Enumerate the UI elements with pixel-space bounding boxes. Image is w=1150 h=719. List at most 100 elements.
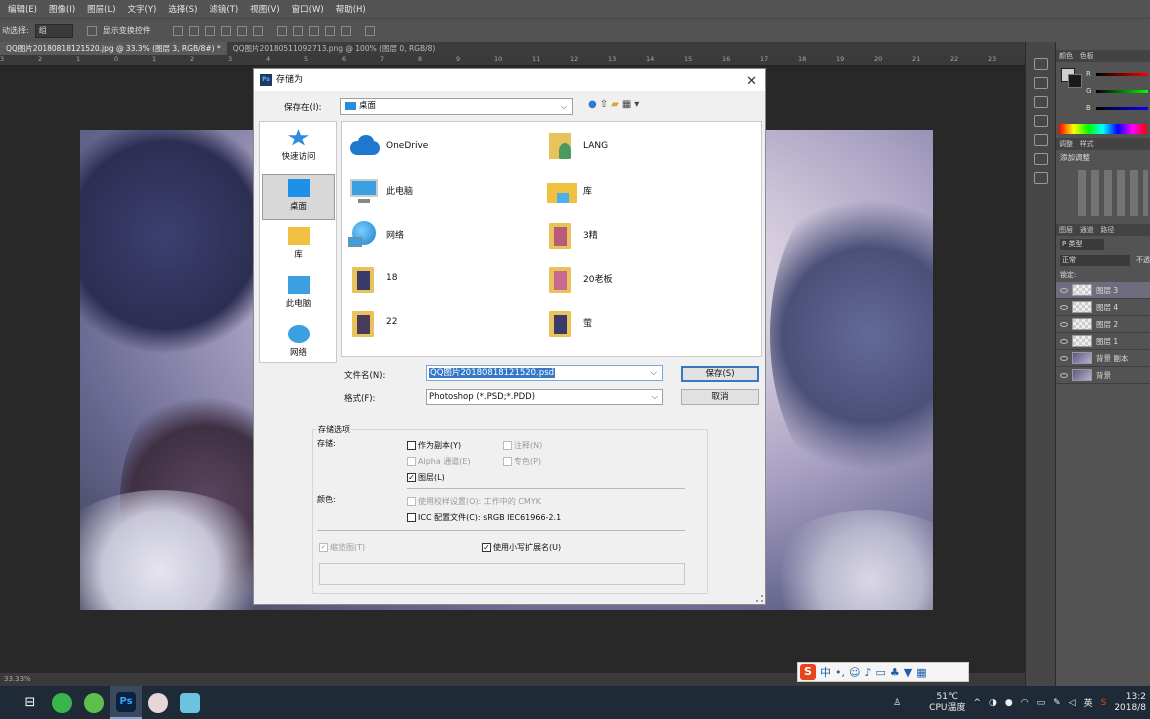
menu-item[interactable]: 图像(I) [43,3,81,15]
align-bottom-icon[interactable] [204,25,215,36]
app-browser-icon[interactable] [78,686,110,719]
tab-document-1[interactable]: QQ图片20180818121520.jpg @ 33.3% (图层 3, RG… [0,42,227,55]
photoshop-taskbar-icon[interactable]: Ps [110,686,142,719]
adjust-panel-tabs[interactable]: 调整 样式 [1056,138,1150,150]
icc-checkbox[interactable]: ICC 配置文件(C): sRGB IEC61966-2.1 [407,512,561,523]
layer-row[interactable]: 图层 2 [1056,316,1150,333]
view-menu-icon[interactable]: ▦▾ [622,99,642,110]
paragraph-icon[interactable] [1033,134,1048,146]
distribute-right-icon[interactable] [340,25,351,36]
g-slider[interactable] [1096,90,1148,93]
adjustment-icons[interactable] [1078,170,1148,216]
eye-icon[interactable] [1060,338,1068,344]
resize-grip-icon[interactable] [756,595,763,602]
place-network[interactable]: 网络 [262,321,335,367]
record-icon[interactable]: ● [1005,698,1013,708]
layer-kind-filter[interactable]: P 类型 [1060,238,1104,250]
new-folder-icon[interactable]: ▰ [611,99,622,110]
place-star[interactable]: 快速访问 [262,125,335,171]
file-item[interactable]: 22 [348,307,397,337]
menu-item[interactable]: 编辑(E) [2,3,43,15]
tab-styles[interactable]: 样式 [1080,140,1094,148]
distribute-center-icon[interactable] [292,25,303,36]
distribute-left-icon[interactable] [324,25,335,36]
menu-item[interactable]: 滤镜(T) [203,3,244,15]
layers-panel-tabs[interactable]: 图层 通道 路径 [1056,224,1150,236]
battery-icon[interactable]: ▭ [1037,698,1046,708]
keyboard-icon[interactable]: ▭ [876,666,886,679]
tab-layers[interactable]: 图层 [1059,226,1073,234]
info-icon[interactable] [1033,96,1048,108]
align-right-icon[interactable] [252,25,263,36]
layer-row[interactable]: 图层 1 [1056,333,1150,350]
background-swatch[interactable] [1068,74,1082,88]
menu-item[interactable]: 图层(L) [81,3,121,15]
sogou-tray-icon[interactable]: S [1101,698,1107,708]
auto-align-icon[interactable] [364,25,375,36]
distribute-bottom-icon[interactable] [308,25,319,36]
show-transform-checkbox[interactable] [86,25,97,36]
cpu-temp-widget[interactable]: 51℃ CPU温度 [929,692,965,714]
punctuation-icon[interactable]: •, [835,666,845,679]
blend-mode-dropdown[interactable]: 正常 [1060,254,1130,266]
save-in-dropdown[interactable]: 桌面 ⌵ [340,98,573,115]
distribute-top-icon[interactable] [276,25,287,36]
tool-presets-icon[interactable] [1033,172,1048,184]
start-button[interactable] [0,686,14,719]
cancel-button[interactable]: 取消 [681,389,759,405]
eye-icon[interactable] [1060,355,1068,361]
people-icon[interactable]: ♙ [893,698,901,708]
history-icon[interactable] [1033,58,1048,70]
layers-checkbox[interactable]: ✓ 图层(L) [407,472,445,483]
layer-row[interactable]: 背景 [1056,367,1150,384]
emoji-icon[interactable]: ☺ [849,666,860,679]
shirt-icon[interactable]: ▼ [904,666,912,679]
file-item[interactable]: LANG [545,131,608,161]
app-tray-icon[interactable]: ◑ [989,698,997,708]
file-item[interactable]: 网络 [348,219,404,249]
character-icon[interactable] [1033,115,1048,127]
up-folder-icon[interactable]: ⇧ [600,99,611,110]
auto-select-dropdown[interactable]: 组 [34,23,73,38]
r-slider[interactable] [1096,73,1148,76]
menu-item[interactable]: 窗口(W) [286,3,330,15]
app-photo-icon[interactable] [174,686,206,719]
file-item[interactable]: 3精 [545,219,598,249]
properties-icon[interactable] [1033,77,1048,89]
eye-icon[interactable] [1060,304,1068,310]
place-library[interactable]: 库 [262,223,335,269]
skin-icon[interactable]: ♣ [890,666,900,679]
eye-icon[interactable] [1060,372,1068,378]
tab-swatches[interactable]: 色板 [1080,52,1094,60]
menu-item[interactable]: 文字(Y) [122,3,163,15]
file-item[interactable]: 库 [545,175,592,205]
format-dropdown[interactable]: Photoshop (*.PSD;*.PDD) ⌵ [426,389,663,405]
menu-item[interactable]: 帮助(H) [330,3,372,15]
input-lang[interactable]: 英 [1084,696,1093,709]
tab-document-2[interactable]: QQ图片20180511092713.png @ 100% (图层 0, RGB… [227,42,442,55]
eye-icon[interactable] [1060,321,1068,327]
menu-item[interactable]: 选择(S) [162,3,203,15]
place-desktop[interactable]: 桌面 [262,174,335,220]
as-copy-checkbox[interactable]: 作为副本(Y) [407,440,461,451]
ime-lang[interactable]: 中 [820,664,831,680]
chevron-up-icon[interactable]: ^ [973,698,981,708]
align-vcenter-icon[interactable] [188,25,199,36]
file-item[interactable]: 此电脑 [348,175,413,205]
tab-color[interactable]: 颜色 [1059,52,1073,60]
task-view-icon[interactable]: ⊟ [14,686,46,719]
align-left-icon[interactable] [220,25,231,36]
app-green-icon[interactable] [46,686,78,719]
close-icon[interactable]: ✕ [746,71,757,93]
dialog-titlebar[interactable]: Ps 存储为 ✕ [254,69,765,91]
pen-icon[interactable]: ✎ [1053,698,1061,708]
wifi-icon[interactable]: ◠ [1021,698,1029,708]
toolbox-icon[interactable]: ▦ [916,666,926,679]
file-item[interactable]: 20老板 [545,263,612,293]
app-avatar-icon[interactable] [142,686,174,719]
layer-row[interactable]: 图层 3 [1056,282,1150,299]
tab-adjustments[interactable]: 调整 [1059,140,1073,148]
brush-icon[interactable] [1033,153,1048,165]
layer-row[interactable]: 图层 4 [1056,299,1150,316]
align-hcenter-icon[interactable] [236,25,247,36]
